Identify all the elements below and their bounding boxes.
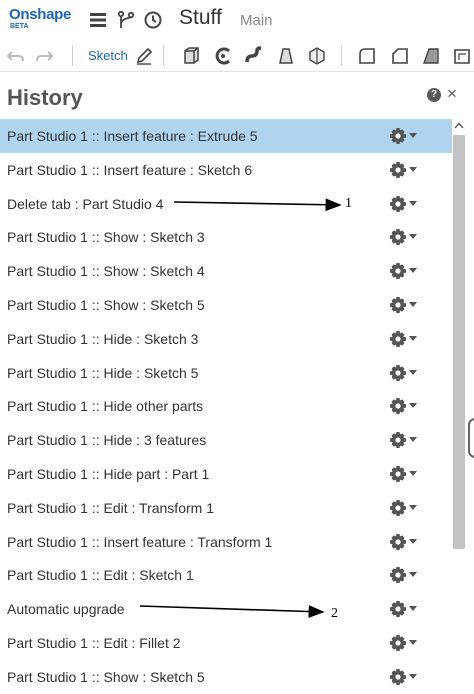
shell-icon[interactable]: [452, 46, 472, 66]
gear-dropdown-icon[interactable]: [389, 600, 419, 618]
revolve-icon[interactable]: [213, 46, 233, 66]
scrollbar-thumb[interactable]: [453, 135, 465, 549]
toolbar-separator: [163, 45, 164, 66]
document-title[interactable]: Stuff: [179, 6, 222, 30]
panel-resize-handle[interactable]: [468, 418, 474, 458]
history-row[interactable]: Part Studio 1 :: Hide : Sketch 5: [0, 356, 452, 390]
redo-icon[interactable]: [34, 46, 54, 66]
annotation-number-2: 2: [331, 606, 338, 621]
history-row[interactable]: Part Studio 1 :: Show : Sketch 3: [0, 220, 452, 254]
history-row[interactable]: Delete tab : Part Studio 4: [0, 187, 452, 221]
history-row-label: Part Studio 1 :: Show : Sketch 4: [7, 263, 205, 280]
extrude-icon[interactable]: [181, 46, 201, 66]
history-row-label: Part Studio 1 :: Show : Sketch 5: [7, 668, 205, 685]
toolbar-separator: [72, 45, 73, 66]
sketch-pencil-icon[interactable]: [134, 46, 154, 66]
gear-dropdown-icon[interactable]: [389, 161, 419, 179]
annotation-number-1: 1: [345, 196, 352, 211]
history-panel: History ? × Part Studio 1 :: Insert feat…: [0, 72, 474, 694]
gear-dropdown-icon[interactable]: [389, 330, 419, 348]
undo-icon[interactable]: [6, 46, 26, 66]
history-row[interactable]: Part Studio 1 :: Show : Sketch 4: [0, 254, 452, 288]
gear-dropdown-icon[interactable]: [389, 296, 419, 314]
history-row-label: Part Studio 1 :: Insert feature : Extrud…: [7, 128, 258, 144]
sketch-button[interactable]: Sketch: [88, 48, 128, 63]
gear-dropdown-icon[interactable]: [389, 668, 419, 686]
history-row[interactable]: Part Studio 1 :: Hide : 3 features: [0, 423, 452, 457]
gear-dropdown-icon[interactable]: [389, 364, 419, 382]
loft-icon[interactable]: [276, 46, 296, 66]
gear-dropdown-icon[interactable]: [389, 228, 419, 246]
history-row[interactable]: Part Studio 1 :: Edit : Sketch 1: [0, 558, 452, 592]
clock-icon[interactable]: [143, 10, 163, 30]
gear-dropdown-icon[interactable]: [389, 431, 419, 449]
history-row[interactable]: Part Studio 1 :: Hide part : Part 1: [0, 457, 452, 491]
history-row-label: Part Studio 1 :: Insert feature : Transf…: [7, 533, 273, 550]
history-row[interactable]: Part Studio 1 :: Show : Sketch 5: [0, 288, 452, 322]
close-icon[interactable]: ×: [447, 85, 457, 103]
history-row-label: Part Studio 1 :: Hide part : Part 1: [7, 465, 210, 482]
chamfer-icon[interactable]: [390, 46, 410, 66]
history-row[interactable]: Part Studio 1 :: Edit : Fillet 2: [0, 626, 452, 660]
history-row[interactable]: Part Studio 1 :: Hide other parts: [0, 389, 452, 423]
menu-icon[interactable]: [88, 10, 108, 30]
history-row-label: Part Studio 1 :: Insert feature : Sketch…: [7, 161, 253, 178]
history-row[interactable]: Part Studio 1 :: Edit : Transform 1: [0, 491, 452, 525]
gear-dropdown-icon[interactable]: [389, 566, 419, 584]
toolbar-separator: [341, 45, 342, 66]
history-row-label: Part Studio 1 :: Edit : Transform 1: [7, 499, 214, 516]
history-row-label: Part Studio 1 :: Show : Sketch 3: [7, 229, 205, 246]
top-bar: Onshape BETA Stuff Main: [0, 0, 474, 40]
draft-icon[interactable]: [421, 46, 441, 66]
logo-text: Onshape: [9, 6, 72, 23]
gear-dropdown-icon[interactable]: [389, 634, 419, 652]
history-row-label: Part Studio 1 :: Edit : Sketch 1: [7, 567, 194, 584]
thicken-icon[interactable]: [307, 46, 327, 66]
logo-beta-badge: BETA: [10, 23, 29, 30]
gear-dropdown-icon[interactable]: [389, 499, 419, 517]
panel-title: History: [7, 85, 83, 110]
history-row-label: Part Studio 1 :: Hide other parts: [7, 398, 204, 415]
history-row-label: Automatic upgrade: [7, 601, 125, 618]
history-row[interactable]: Part Studio 1 :: Insert feature : Transf…: [0, 525, 452, 559]
history-row[interactable]: Automatic upgrade: [0, 592, 452, 626]
history-list: Part Studio 1 :: Insert feature : Extrud…: [0, 119, 452, 694]
gear-dropdown-icon[interactable]: [389, 533, 419, 551]
history-row-label: Part Studio 1 :: Hide : Sketch 5: [7, 364, 199, 381]
onshape-logo[interactable]: Onshape BETA: [9, 7, 71, 31]
gear-dropdown-icon[interactable]: [389, 195, 419, 213]
gear-dropdown-icon[interactable]: [389, 397, 419, 415]
fillet-icon[interactable]: [357, 46, 377, 66]
gear-dropdown-icon[interactable]: [389, 465, 419, 483]
scroll-up-arrow-icon[interactable]: [452, 119, 466, 133]
gear-dropdown-icon[interactable]: [389, 127, 419, 145]
history-row-label: Part Studio 1 :: Hide : Sketch 3: [7, 330, 199, 347]
history-row-label: Delete tab : Part Studio 4: [7, 195, 164, 212]
history-row[interactable]: Part Studio 1 :: Hide : Sketch 3: [0, 322, 452, 356]
workspace-name[interactable]: Main: [240, 12, 273, 29]
sweep-icon[interactable]: [244, 46, 264, 66]
history-row-label: Part Studio 1 :: Edit : Fillet 2: [7, 634, 181, 651]
feature-toolbar: Sketch: [0, 40, 474, 72]
history-row-label: Part Studio 1 :: Show : Sketch 5: [7, 296, 205, 313]
help-icon[interactable]: ?: [427, 88, 441, 102]
history-row[interactable]: Part Studio 1 :: Insert feature : Sketch…: [0, 153, 452, 187]
history-row-label: Part Studio 1 :: Hide : 3 features: [7, 432, 207, 449]
gear-dropdown-icon[interactable]: [389, 262, 419, 280]
history-row[interactable]: Part Studio 1 :: Insert feature : Extrud…: [0, 119, 452, 153]
history-row[interactable]: Part Studio 1 :: Show : Sketch 5: [0, 660, 452, 694]
branch-icon[interactable]: [116, 10, 136, 30]
